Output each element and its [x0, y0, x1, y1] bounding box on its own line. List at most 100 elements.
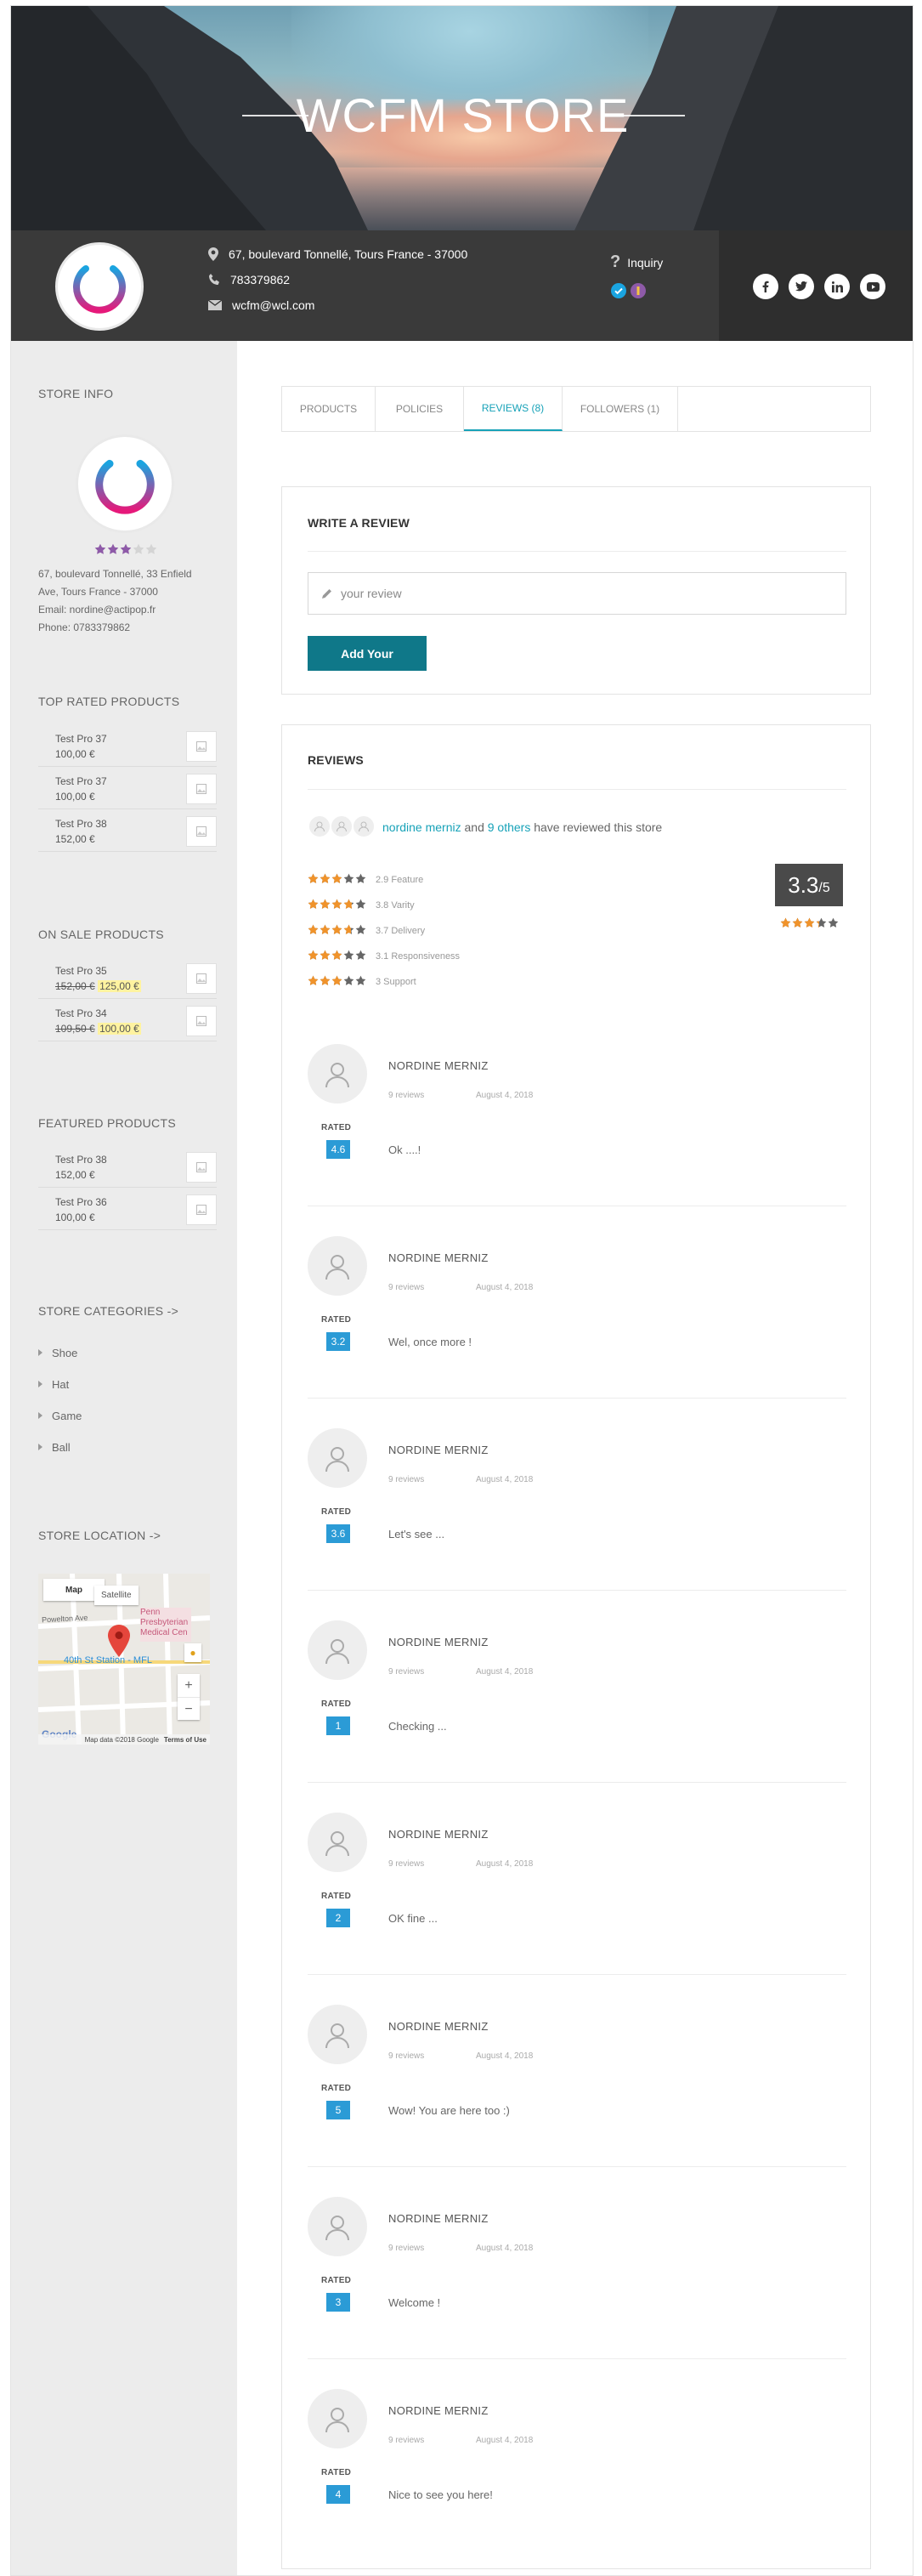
star-icon — [343, 975, 354, 986]
average-rating-box: 3.3/5 — [775, 864, 843, 906]
reviewer-link[interactable]: nordine merniz — [382, 820, 461, 834]
product-thumbnail-icon[interactable] — [186, 1152, 217, 1183]
twitter-icon[interactable] — [789, 274, 814, 299]
tab-followers[interactable]: FOLLOWERS (1) — [563, 387, 678, 431]
rated-label: RATED — [321, 2276, 352, 2285]
star-icon — [120, 543, 132, 555]
category-link-game[interactable]: Game — [38, 1410, 82, 1422]
reviewer-name[interactable]: NORDINE MERNIZ — [388, 2020, 489, 2033]
store-logo[interactable] — [55, 242, 144, 331]
product-thumbnail-icon[interactable] — [186, 1194, 217, 1225]
top-rated-product[interactable]: Test Pro 38 152,00 € — [38, 809, 217, 852]
criteria-row: 2.9 Feature — [308, 873, 423, 887]
tab-policies[interactable]: POLICIES — [376, 387, 464, 431]
star-icon — [320, 975, 331, 986]
star-icon — [343, 899, 354, 910]
store-email[interactable]: wcfm@wcl.com — [232, 298, 314, 312]
verified-badge-icon — [611, 283, 626, 298]
store-sidebar: STORE INFO 67, boulevard Tonnellé, 33 En… — [11, 341, 237, 2575]
category-label: Shoe — [52, 1347, 78, 1359]
top-rated-product[interactable]: Test Pro 37 100,00 € — [38, 767, 217, 809]
featured-product[interactable]: Test Pro 38 152,00 € — [38, 1145, 217, 1188]
star-icon — [320, 873, 331, 884]
criteria-row: 3.7 Delivery — [308, 924, 425, 938]
facebook-icon[interactable] — [753, 274, 778, 299]
star-icon — [828, 917, 839, 928]
rated-label: RATED — [321, 1123, 352, 1132]
zoom-in-button[interactable]: + — [178, 1674, 200, 1697]
linkedin-icon[interactable] — [824, 274, 850, 299]
reviewer-name[interactable]: NORDINE MERNIZ — [388, 2404, 489, 2417]
sidebar-store-logo — [76, 434, 174, 533]
categories-heading: STORE CATEGORIES -> — [38, 1304, 179, 1318]
tab-reviews[interactable]: REVIEWS (8) — [464, 387, 563, 431]
review-text: Ok ....! — [388, 1143, 421, 1156]
reviewer-name[interactable]: NORDINE MERNIZ — [388, 1059, 489, 1072]
category-link-ball[interactable]: Ball — [38, 1441, 71, 1454]
street-view-icon[interactable]: ● — [184, 1643, 201, 1662]
review-input[interactable]: your review — [308, 572, 846, 615]
product-name: Test Pro 38 — [55, 1154, 107, 1166]
store-title: WCFM STORE — [296, 88, 630, 142]
review-date: August 4, 2018 — [476, 2051, 534, 2061]
reviewer-name[interactable]: NORDINE MERNIZ — [388, 1828, 489, 1841]
user-icon — [325, 2023, 349, 2049]
inquiry-button[interactable]: ? Inquiry — [610, 252, 663, 272]
criteria-label: 3.8 Varity — [376, 900, 415, 911]
location-heading: STORE LOCATION -> — [38, 1529, 161, 1542]
star-icon — [145, 543, 157, 555]
review-count: 9 reviews — [388, 2244, 425, 2253]
product-price: 109,50 € 100,00 € — [55, 1023, 141, 1035]
top-rated-product[interactable]: Test Pro 37 100,00 € — [38, 724, 217, 767]
review-count: 9 reviews — [388, 1091, 425, 1100]
reviewer-avatars — [308, 814, 376, 838]
product-thumbnail-icon[interactable] — [186, 731, 217, 762]
on-sale-heading: ON SALE PRODUCTS — [38, 928, 164, 941]
product-price: 152,00 € 125,00 € — [55, 980, 141, 992]
social-links — [719, 230, 913, 341]
on-sale-product[interactable]: Test Pro 35 152,00 € 125,00 € — [38, 956, 217, 999]
star-icon — [331, 950, 342, 961]
zoom-out-button[interactable]: − — [178, 1697, 200, 1720]
map-terms-link[interactable]: Terms of Use — [164, 1736, 206, 1744]
category-link-shoe[interactable]: Shoe — [38, 1347, 77, 1359]
featured-product[interactable]: Test Pro 36 100,00 € — [38, 1188, 217, 1230]
star-icon — [320, 950, 331, 961]
sidebar-address-2: Ave, Tours France - 37000 — [38, 586, 158, 598]
star-icon — [133, 543, 144, 555]
product-thumbnail-icon[interactable] — [186, 816, 217, 847]
review-text: OK fine ... — [388, 1912, 438, 1925]
reviewer-avatar — [308, 1813, 367, 1872]
criteria-stars — [308, 950, 367, 963]
user-icon — [325, 1447, 349, 1472]
category-label: Game — [52, 1410, 82, 1422]
product-thumbnail-icon[interactable] — [186, 1006, 217, 1036]
reviewer-name[interactable]: NORDINE MERNIZ — [388, 2212, 489, 2225]
store-page: WCFM STORE 67, boulevard Tonnellé, Tours… — [10, 5, 914, 2576]
others-link[interactable]: 9 others — [488, 820, 531, 834]
reviewer-avatar — [308, 2389, 367, 2448]
review-count: 9 reviews — [388, 1667, 425, 1677]
sidebar-address-1: 67, boulevard Tonnellé, 33 Enfield — [38, 568, 192, 580]
criteria-label: 3.7 Delivery — [376, 926, 426, 936]
reviewer-name[interactable]: NORDINE MERNIZ — [388, 1444, 489, 1456]
product-thumbnail-icon[interactable] — [186, 774, 217, 804]
category-link-hat[interactable]: Hat — [38, 1378, 69, 1391]
tab-products[interactable]: PRODUCTS — [282, 387, 376, 431]
youtube-icon[interactable] — [860, 274, 885, 299]
caret-right-icon — [38, 1412, 42, 1419]
reviewer-name[interactable]: NORDINE MERNIZ — [388, 1636, 489, 1648]
criteria-label: 2.9 Feature — [376, 875, 424, 885]
product-thumbnail-icon[interactable] — [186, 963, 217, 994]
user-icon — [308, 814, 331, 838]
review-count: 9 reviews — [388, 1859, 425, 1869]
top-rated-heading: TOP RATED PRODUCTS — [38, 695, 180, 708]
add-review-button[interactable]: Add Your — [308, 636, 427, 671]
product-name: Test Pro 38 — [55, 818, 107, 830]
store-map[interactable]: Map Satellite Powelton Ave Penn Presbyte… — [38, 1574, 210, 1745]
reviewer-name[interactable]: NORDINE MERNIZ — [388, 1251, 489, 1264]
on-sale-product[interactable]: Test Pro 34 109,50 € 100,00 € — [38, 999, 217, 1041]
review-date: August 4, 2018 — [476, 1667, 534, 1677]
product-price: 152,00 € — [55, 1169, 95, 1181]
map-tab-satellite[interactable]: Satellite — [94, 1586, 139, 1605]
